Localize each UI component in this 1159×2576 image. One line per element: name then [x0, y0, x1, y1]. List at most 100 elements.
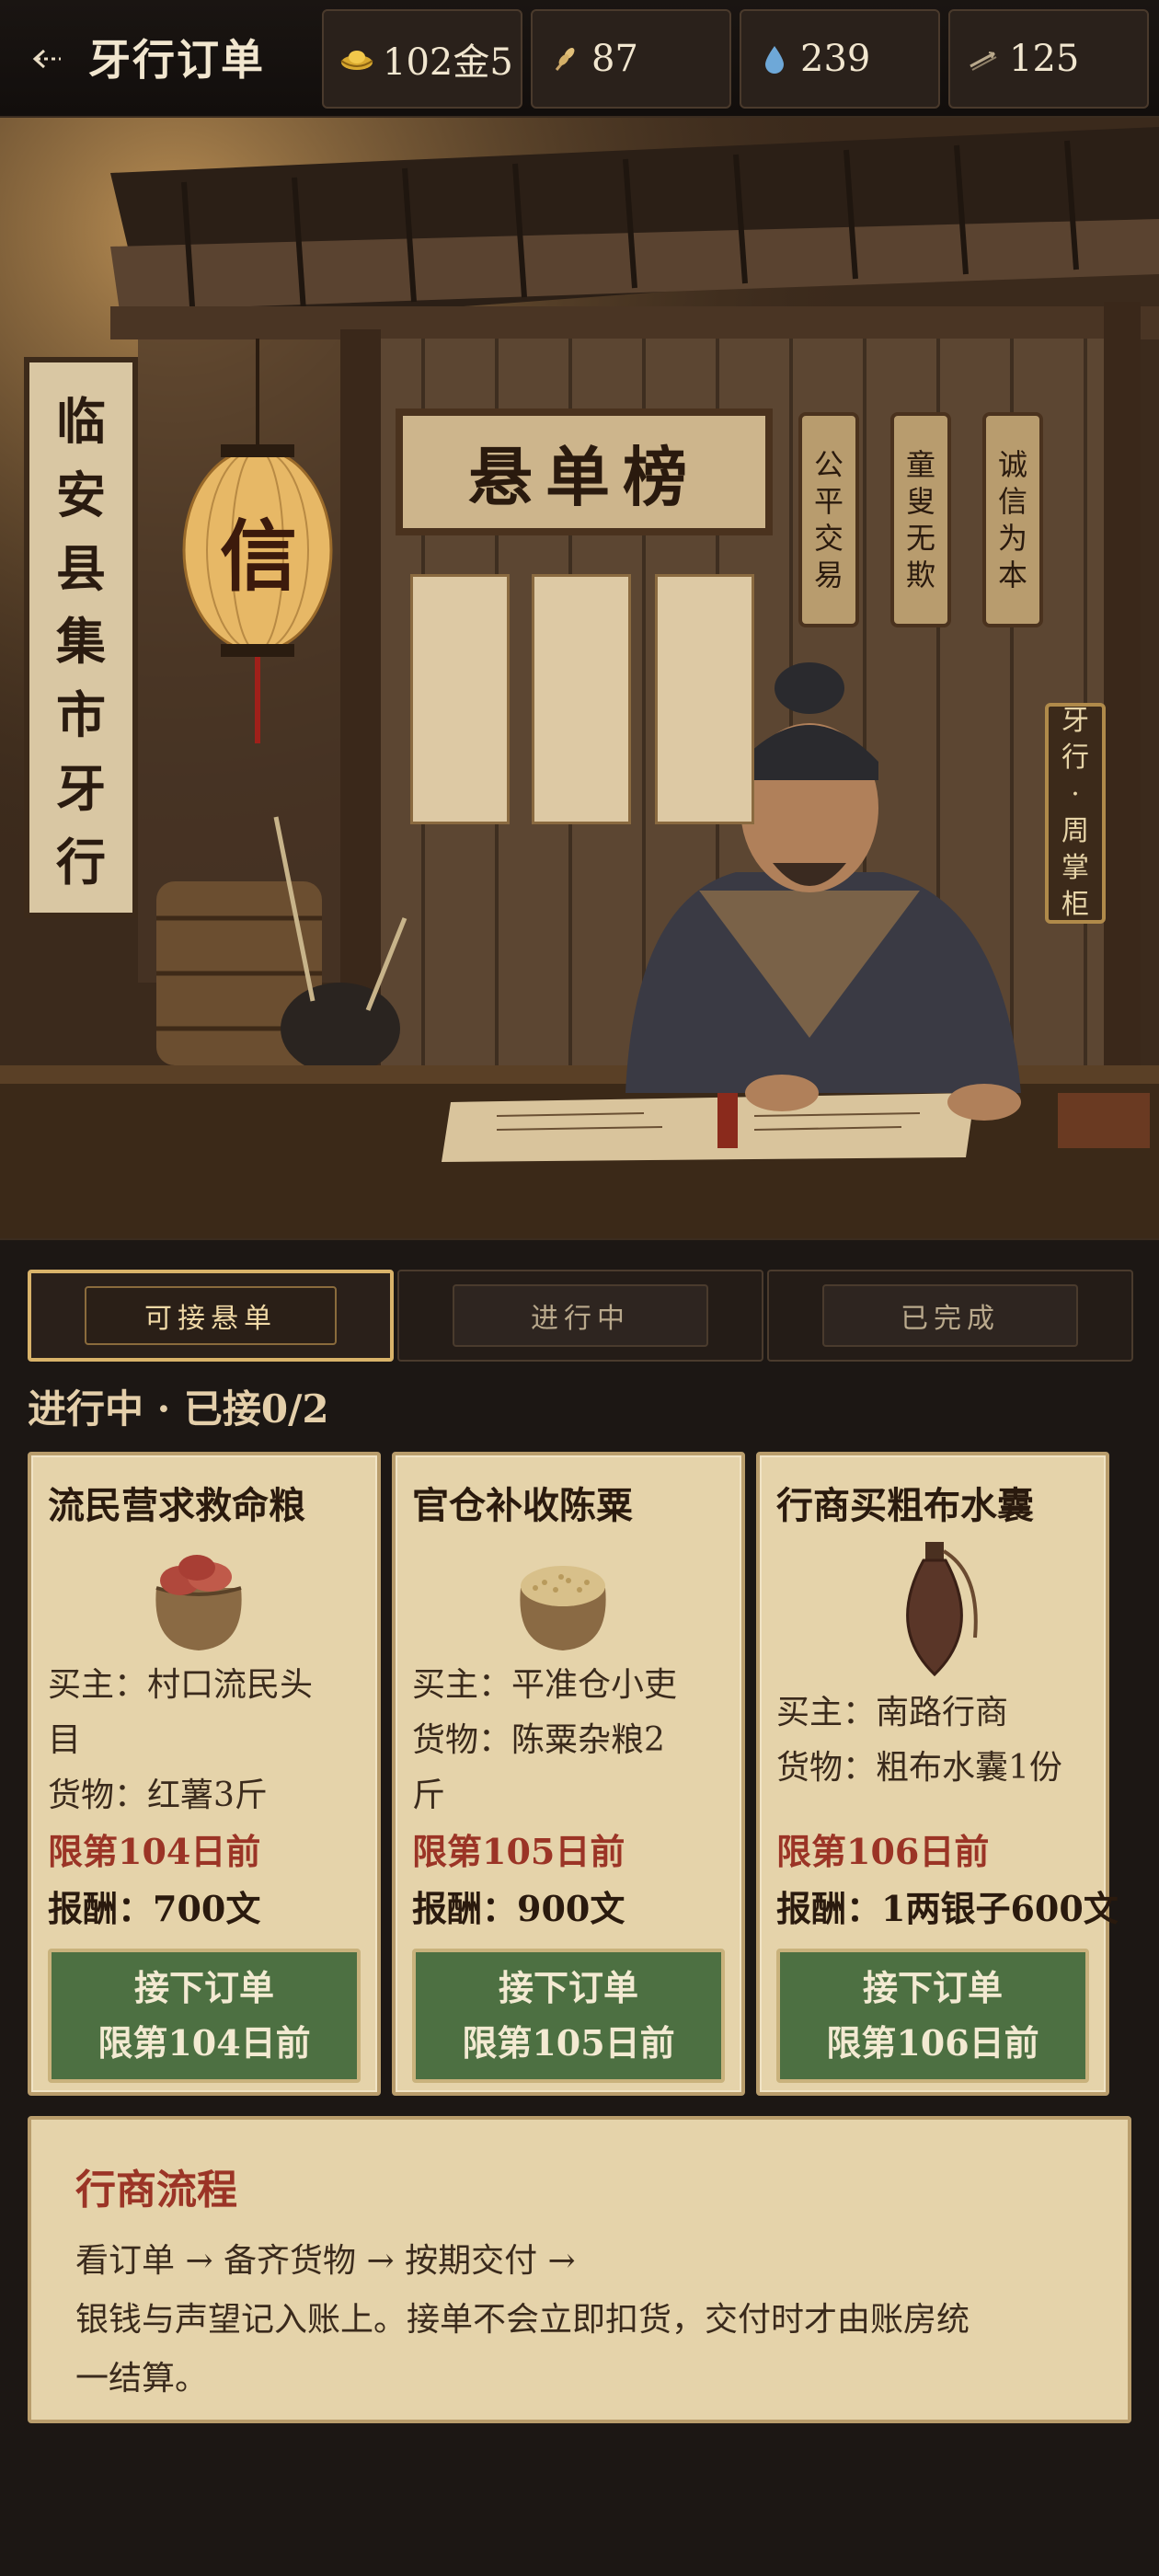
order-deadline: 限第104日前	[48, 1831, 261, 1872]
resource-arrows-value: 125	[1009, 38, 1080, 80]
tag-char: 行	[1061, 742, 1089, 774]
lantern-label: 信	[219, 510, 297, 602]
arrow-icon	[970, 52, 997, 71]
tag-char: 诚	[997, 447, 1027, 482]
tag-char: 掌	[1061, 852, 1089, 884]
order-buyer: 买主：平准仓小吏	[412, 1666, 678, 1704]
order-buyer: 买主：南路行商	[776, 1694, 1009, 1731]
order-details: 买主：南路行商 货物：粗布水囊1份	[776, 1685, 1100, 1796]
accept-order-button[interactable]: 接下订单 限第105日前	[412, 1949, 725, 2083]
accept-button-deadline: 限第104日前	[98, 2022, 311, 2064]
banner-char: 县	[56, 538, 106, 598]
posted-notice	[410, 574, 510, 824]
motto-tag-integrity: 诚 信 为 本	[982, 412, 1043, 627]
order-card: 行商买粗布水囊 买主：南路行商 货物：粗布水囊1份 限第106日前 报酬：1两银…	[756, 1452, 1119, 2096]
order-details: 买主：村口流民头 目 货物：红薯3斤	[48, 1658, 372, 1823]
accept-button-label: 接下订单	[498, 1967, 638, 2008]
page-title: 牙行订单	[88, 35, 265, 85]
order-deadline: 限第106日前	[776, 1831, 990, 1872]
resource-gold[interactable]: 102金5	[322, 9, 522, 109]
order-details: 买主：平准仓小吏 货物：陈粟杂粮2 斤	[412, 1658, 736, 1823]
order-card: 流民营求救命粮 买主：村口流民头 目 货物：红薯3斤 限第104日前 报酬：70…	[28, 1452, 381, 2096]
tag-char: 童	[905, 447, 935, 482]
order-goods: 货物：粗布水囊1份	[776, 1749, 1062, 1787]
merchant-name-tag[interactable]: 牙 行 · 周 掌 柜	[1045, 703, 1106, 924]
resource-grain-value: 87	[591, 38, 638, 80]
bounty-board-sign: 悬单榜	[396, 408, 773, 535]
tab-available-orders[interactable]: 可接悬单	[28, 1270, 394, 1362]
tag-char: 易	[813, 558, 843, 592]
accepted-status: 进行中 · 已接0/2	[28, 1386, 329, 1432]
process-line: 一结算。	[75, 2360, 209, 2398]
tag-char: 平	[813, 484, 843, 519]
motto-tag-fair-trade: 公 平 交 易	[798, 412, 859, 627]
process-description: 看订单 → 备齐货物 → 按期交付 → 银钱与声望记入账上。接单不会立即扣货，交…	[75, 2232, 1084, 2409]
process-title: 行商流程	[75, 2167, 237, 2214]
process-line: 银钱与声望记入账上。接单不会立即扣货，交付时才由账房统	[75, 2301, 970, 2339]
resource-grain[interactable]: 87	[531, 9, 731, 109]
banner-char: 临	[56, 392, 106, 452]
accept-button-label: 接下订单	[133, 1967, 274, 2008]
market-banner: 临 安 县 集 市 牙 行	[24, 357, 138, 918]
order-goods-cont: 斤	[412, 1777, 446, 1814]
motto-tag-honest: 童 叟 无 欺	[890, 412, 951, 627]
banner-char: 集	[56, 612, 106, 672]
trade-process-panel: 行商流程 看订单 → 备齐货物 → 按期交付 → 银钱与声望记入账上。接单不会立…	[28, 2116, 1131, 2423]
order-card: 官仓补收陈粟 买主：平准仓小吏 货物：陈粟杂粮2 斤 限第105日前 报酬：90…	[392, 1452, 745, 2096]
resource-water[interactable]: 239	[740, 9, 940, 109]
tag-char: 柜	[1061, 889, 1089, 921]
tab-label: 可接悬单	[85, 1286, 337, 1345]
tag-char: 公	[813, 447, 843, 482]
tab-in-progress[interactable]: 进行中	[397, 1270, 763, 1362]
tag-char: 为	[997, 521, 1027, 556]
resource-arrows[interactable]: 125	[948, 9, 1149, 109]
order-reward: 报酬：1两银子600文	[776, 1888, 1119, 1929]
order-title: 行商买粗布水囊	[776, 1484, 1034, 1527]
water-flask-icon	[906, 1542, 978, 1677]
tag-char: ·	[1071, 778, 1080, 811]
tag-char: 无	[905, 521, 935, 556]
market-stall-scene: 临 安 县 集 市 牙 行 信 悬单榜 公 平 交 易 童 叟 无 欺 诚 信 …	[0, 118, 1159, 1240]
banner-char: 行	[56, 832, 106, 891]
gold-ingot-icon	[340, 51, 373, 70]
tag-char: 叟	[905, 484, 935, 519]
order-reward: 报酬：700文	[48, 1888, 261, 1929]
posted-notice	[655, 574, 754, 824]
order-goods: 货物：陈粟杂粮2	[412, 1721, 665, 1759]
order-title: 官仓补收陈粟	[412, 1484, 633, 1527]
tag-char: 交	[813, 521, 843, 556]
back-arrow-icon	[32, 49, 61, 69]
accept-order-button[interactable]: 接下订单 限第104日前	[48, 1949, 361, 2083]
back-button[interactable]	[20, 31, 75, 86]
order-deadline: 限第105日前	[412, 1831, 625, 1872]
accept-button-label: 接下订单	[862, 1967, 1003, 2008]
water-drop-icon	[765, 46, 784, 74]
banner-char: 牙	[56, 758, 106, 818]
process-line: 看订单 → 备齐货物 → 按期交付 →	[75, 2242, 576, 2280]
tab-label: 已完成	[822, 1284, 1078, 1347]
order-buyer: 买主：村口流民头	[48, 1666, 314, 1704]
order-goods: 货物：红薯3斤	[48, 1777, 268, 1814]
accept-button-deadline: 限第105日前	[462, 2022, 675, 2064]
tag-char: 牙	[1061, 705, 1089, 737]
top-bar: 牙行订单 102金5 87 239 125	[0, 0, 1159, 118]
order-buyer-cont: 目	[48, 1721, 82, 1759]
tag-char: 欺	[905, 558, 935, 592]
tag-char: 本	[997, 558, 1027, 592]
resource-gold-value: 102金5	[383, 41, 513, 84]
sweet-potato-sack-icon	[155, 1555, 242, 1650]
millet-sack-icon	[520, 1566, 606, 1650]
order-title: 流民营求救命粮	[48, 1484, 305, 1527]
accept-order-button[interactable]: 接下订单 限第106日前	[776, 1949, 1089, 2083]
tab-completed[interactable]: 已完成	[767, 1270, 1133, 1362]
grain-icon	[555, 48, 575, 71]
tag-char: 信	[997, 484, 1027, 519]
banner-char: 市	[56, 685, 106, 745]
tab-label: 进行中	[453, 1284, 708, 1347]
accept-button-deadline: 限第106日前	[826, 2022, 1039, 2064]
banner-char: 安	[56, 466, 106, 525]
tag-char: 周	[1061, 815, 1089, 847]
resource-water-value: 239	[800, 38, 871, 80]
posted-notice	[532, 574, 631, 824]
order-reward: 报酬：900文	[412, 1888, 625, 1929]
